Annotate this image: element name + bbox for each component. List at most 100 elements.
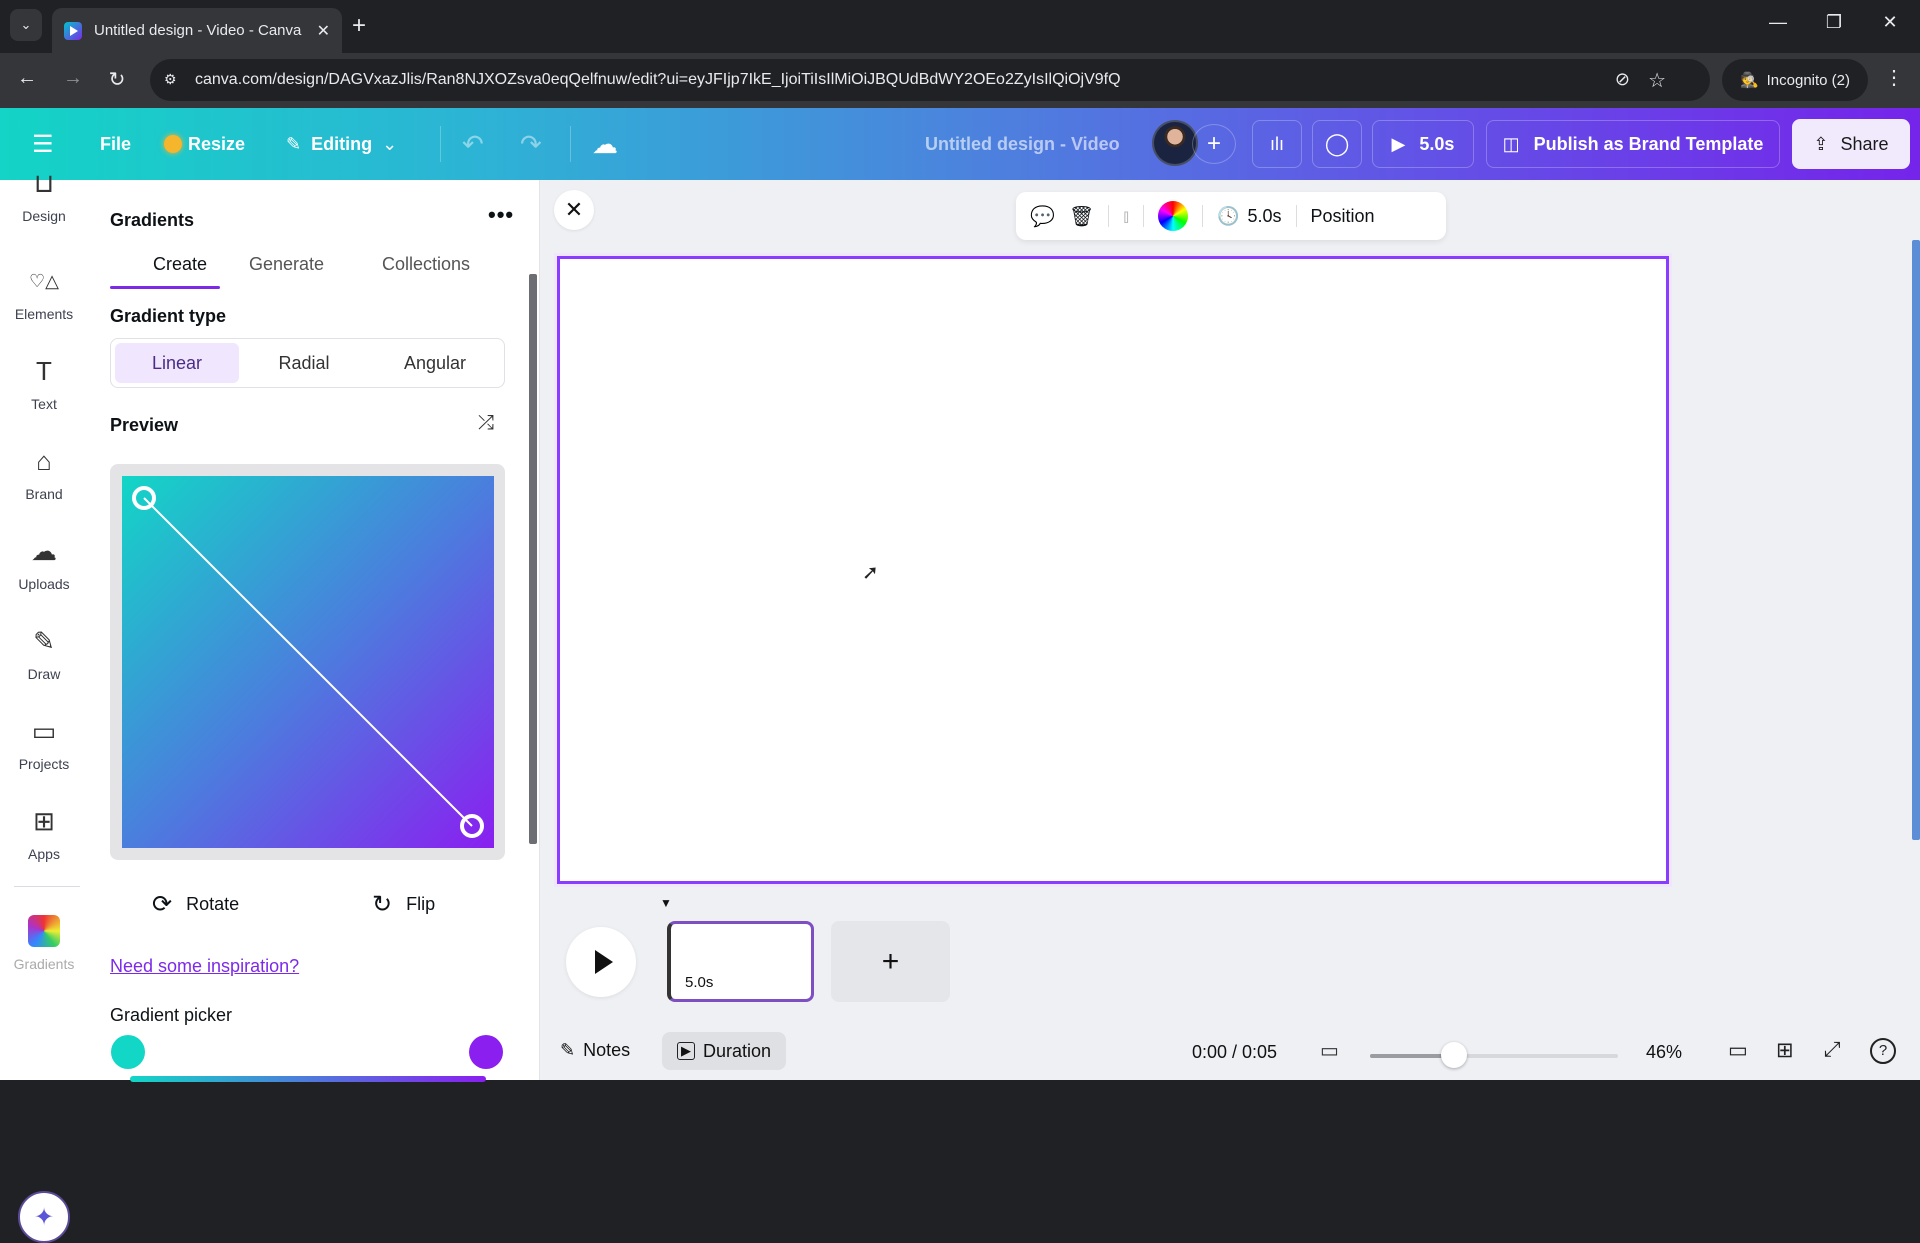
tab-create[interactable]: Create [153,254,207,275]
close-tab-icon[interactable]: ✕ [317,21,330,41]
workspace-scrollbar[interactable] [1912,240,1920,840]
help-icon[interactable]: ? [1870,1038,1896,1064]
sidebar-item-apps[interactable]: ⊞ Apps [0,806,88,862]
divider [1143,205,1145,227]
browser-tab-bar: ⌄ Untitled design - Video - Canva ✕ + — … [0,0,1920,53]
gradients-panel: Gradients ••• Create Generate Collection… [88,180,540,1082]
gradient-type-angular[interactable]: Angular [369,343,501,383]
zoom-slider-handle[interactable] [1441,1042,1468,1068]
more-options-icon[interactable]: ••• [488,202,514,228]
sidebar-item-design[interactable]: ⊔ Design [0,168,88,224]
gradient-type-selector: Linear Radial Angular [110,338,505,388]
add-comment-icon[interactable]: 💬 [1030,204,1055,229]
comment-icon[interactable]: ◯ [1312,120,1362,168]
gradient-direction-overlay [132,486,484,838]
design-canvas[interactable] [557,256,1669,884]
add-scene-button[interactable]: + [831,921,950,1002]
duration-toggle[interactable]: ▶ Duration [662,1032,786,1070]
minimize-icon[interactable]: — [1758,12,1798,33]
mouse-cursor-icon: ➚ [862,562,879,584]
gradients-app-icon[interactable] [28,915,60,947]
play-preview-button[interactable]: ▶ 5.0s [1372,120,1474,168]
scrollbar-thumb[interactable] [529,274,537,844]
upload-cloud-icon: ☁ [31,536,57,566]
editing-mode-dropdown[interactable]: ✎ Editing ⌄ [286,124,397,164]
url-text[interactable]: canva.com/design/DAGVxazJlis/Ran8NJXOZsv… [195,71,1121,89]
gradient-picker-bar[interactable] [130,1076,486,1082]
duration-button[interactable]: 🕓 5.0s [1217,206,1281,227]
page-view-icon[interactable]: ▭ [1728,1038,1748,1063]
sidebar-item-draw[interactable]: ✎ Draw [0,626,88,682]
sidebar-item-gradients[interactable]: Gradients [0,956,88,972]
undo-icon[interactable]: ↶ [462,124,484,164]
gradient-type-radial[interactable]: Radial [239,343,369,383]
insights-icon[interactable]: ılı [1252,120,1302,168]
color-stop-end[interactable] [469,1035,503,1069]
sidebar-item-label: Apps [28,846,60,862]
magic-assistant-button[interactable]: ✦ [18,1191,70,1243]
redo-icon[interactable]: ↷ [520,124,542,164]
bookmark-star-icon[interactable]: ☆ [1648,68,1666,93]
sidebar-item-label: Draw [27,666,61,682]
publish-label: Publish as Brand Template [1533,133,1764,154]
rotate-button[interactable]: ⟳ Rotate [152,890,239,919]
browser-menu-icon[interactable]: ⋮ [1884,65,1904,90]
editing-label: Editing [311,133,373,154]
restore-icon[interactable]: ❐ [1814,12,1854,33]
scene-thumbnail[interactable]: 5.0s [667,921,814,1002]
close-icon: ✕ [564,197,584,222]
grid-view-icon[interactable]: ⊞ [1776,1038,1794,1063]
sidebar-item-projects[interactable]: ▭ Projects [0,716,88,772]
zoom-percentage[interactable]: 46% [1646,1042,1682,1063]
eye-off-icon[interactable]: ⊘ [1615,69,1630,90]
timeline-view-icon[interactable]: ▭ [1320,1038,1339,1063]
incognito-profile-button[interactable]: 🕵 Incognito (2) [1722,59,1868,101]
new-tab-button[interactable]: + [352,12,366,40]
gradient-preview [110,464,505,860]
tab-collections[interactable]: Collections [382,254,470,275]
gradient-direction-line [143,497,473,827]
delete-icon[interactable]: 🗑 [1069,204,1094,229]
duration-value: 5.0s [1247,205,1282,226]
forward-icon[interactable]: → [58,67,88,90]
tab-generate[interactable]: Generate [249,254,324,275]
position-button[interactable]: Position [1311,206,1375,227]
preview-label: Preview [110,415,179,435]
back-icon[interactable]: ← [12,67,42,90]
sidebar-item-brand[interactable]: ⌂ Brand [0,446,88,502]
browser-tab-active[interactable]: Untitled design - Video - Canva ✕ [52,8,342,53]
notes-button[interactable]: ✎ Notes [560,1040,630,1061]
share-button[interactable]: ⇪ Share [1792,119,1910,169]
fullscreen-icon[interactable]: ⤢ [1824,1038,1841,1062]
panel-scrollbar[interactable] [528,200,538,1080]
main-menu-icon[interactable]: ☰ [32,124,54,164]
duration-icon: ▶ [676,1042,695,1060]
flip-button[interactable]: ↻ Flip [372,890,435,919]
sidebar-item-elements[interactable]: ♡△ Elements [0,266,88,322]
gradient-preview-fill[interactable] [122,476,494,848]
sidebar-item-text[interactable]: T Text [0,356,88,412]
file-menu-button[interactable]: File [100,124,131,164]
play-button[interactable] [566,927,636,997]
browser-toolbar: ← → ↻ ⚙ canva.com/design/DAGVxazJlis/Ran… [0,53,1920,108]
publish-brand-template-button[interactable]: ◫ Publish as Brand Template [1486,120,1780,168]
address-bar[interactable]: ⚙ canva.com/design/DAGVxazJlis/Ran8NJXOZ… [150,59,1710,101]
split-icon[interactable]: ⫾ [1123,206,1129,227]
close-panel-button[interactable]: ✕ [554,190,594,230]
background-color-icon[interactable] [1158,201,1189,231]
playhead-marker-icon[interactable]: ▼ [660,896,672,910]
cloud-saved-icon[interactable]: ☁ [592,124,618,164]
gradient-type-linear[interactable]: Linear [115,343,239,383]
shuffle-icon[interactable]: ⤮ [478,412,494,435]
document-title[interactable]: Untitled design - Video [925,124,1120,164]
resize-button[interactable]: Resize [164,124,245,164]
window-close-icon[interactable]: ✕ [1870,12,1910,33]
inspiration-link[interactable]: Need some inspiration? [110,956,299,977]
add-collaborator-button[interactable]: + [1192,124,1236,164]
sidebar-item-uploads[interactable]: ☁ Uploads [0,536,88,592]
divider [14,886,80,887]
tab-search-button[interactable]: ⌄ [10,9,42,41]
color-stop-start[interactable] [111,1035,145,1069]
reload-icon[interactable]: ↻ [102,67,132,92]
site-info-icon[interactable]: ⚙ [164,71,177,88]
